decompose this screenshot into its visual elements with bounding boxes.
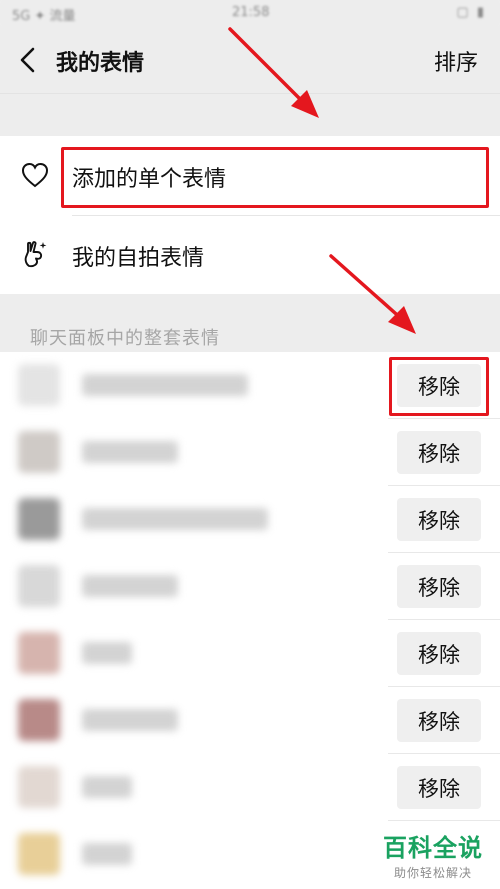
watermark-brand: 百科全说 [383, 834, 483, 862]
pack-name [82, 776, 132, 798]
list-item: 移除 [0, 620, 500, 687]
selfie-hand-icon [24, 241, 47, 268]
back-arrow-icon[interactable] [16, 44, 40, 76]
sticker-pack-list: 移除 移除 移除 移除 移除 移除 移除 [0, 352, 500, 889]
pack-thumbnail [18, 833, 60, 875]
status-time: 21:58 [232, 5, 270, 20]
watermark-slogan: 助你轻松解决 [393, 866, 472, 880]
heart-icon [21, 162, 49, 188]
remove-button[interactable]: 移除 [397, 766, 481, 809]
remove-button[interactable]: 移除 [397, 699, 481, 742]
list-item: 移除 [0, 754, 500, 821]
watermark: 百科全说 助你轻松解决 [372, 828, 494, 881]
pack-thumbnail [18, 498, 60, 540]
remove-button[interactable]: 移除 [397, 632, 481, 675]
pack-name [82, 709, 178, 731]
pack-thumbnail [18, 364, 60, 406]
pack-thumbnail [18, 565, 60, 607]
remove-button[interactable]: 移除 [397, 498, 481, 541]
sort-button[interactable]: 排序 [434, 45, 478, 77]
pack-name [82, 508, 268, 530]
menu-item-label: 我的自拍表情 [72, 246, 205, 271]
carrier-signal: 5G ✦ 流量 [12, 9, 76, 24]
pack-name [82, 374, 248, 396]
pack-thumbnail [18, 431, 60, 473]
list-item: 移除 [0, 419, 500, 486]
status-bar: 5G ✦ 流量 21:58 ▢ ▮ [0, 0, 500, 26]
highlight-added-stickers [61, 147, 489, 208]
pack-thumbnail [18, 699, 60, 741]
pack-name [82, 575, 178, 597]
battery-indicator: ▢ ▮ [456, 5, 486, 20]
pack-thumbnail [18, 766, 60, 808]
nav-bar: 我的表情 排序 [0, 26, 500, 94]
highlight-remove-button [389, 357, 489, 416]
remove-button[interactable]: 移除 [397, 431, 481, 474]
section-header: 聊天面板中的整套表情 [0, 294, 500, 352]
list-item: 移除 [0, 486, 500, 553]
list-item: 移除 [0, 687, 500, 754]
spacer [0, 94, 500, 136]
list-item: 移除 [0, 553, 500, 620]
pack-name [82, 642, 132, 664]
menu-item-selfie-stickers[interactable]: 我的自拍表情 [0, 215, 500, 294]
remove-button[interactable]: 移除 [397, 565, 481, 608]
pack-name [82, 441, 178, 463]
page-title: 我的表情 [56, 51, 145, 76]
pack-name [82, 843, 132, 865]
section-header-label: 聊天面板中的整套表情 [30, 328, 220, 349]
pack-thumbnail [18, 632, 60, 674]
